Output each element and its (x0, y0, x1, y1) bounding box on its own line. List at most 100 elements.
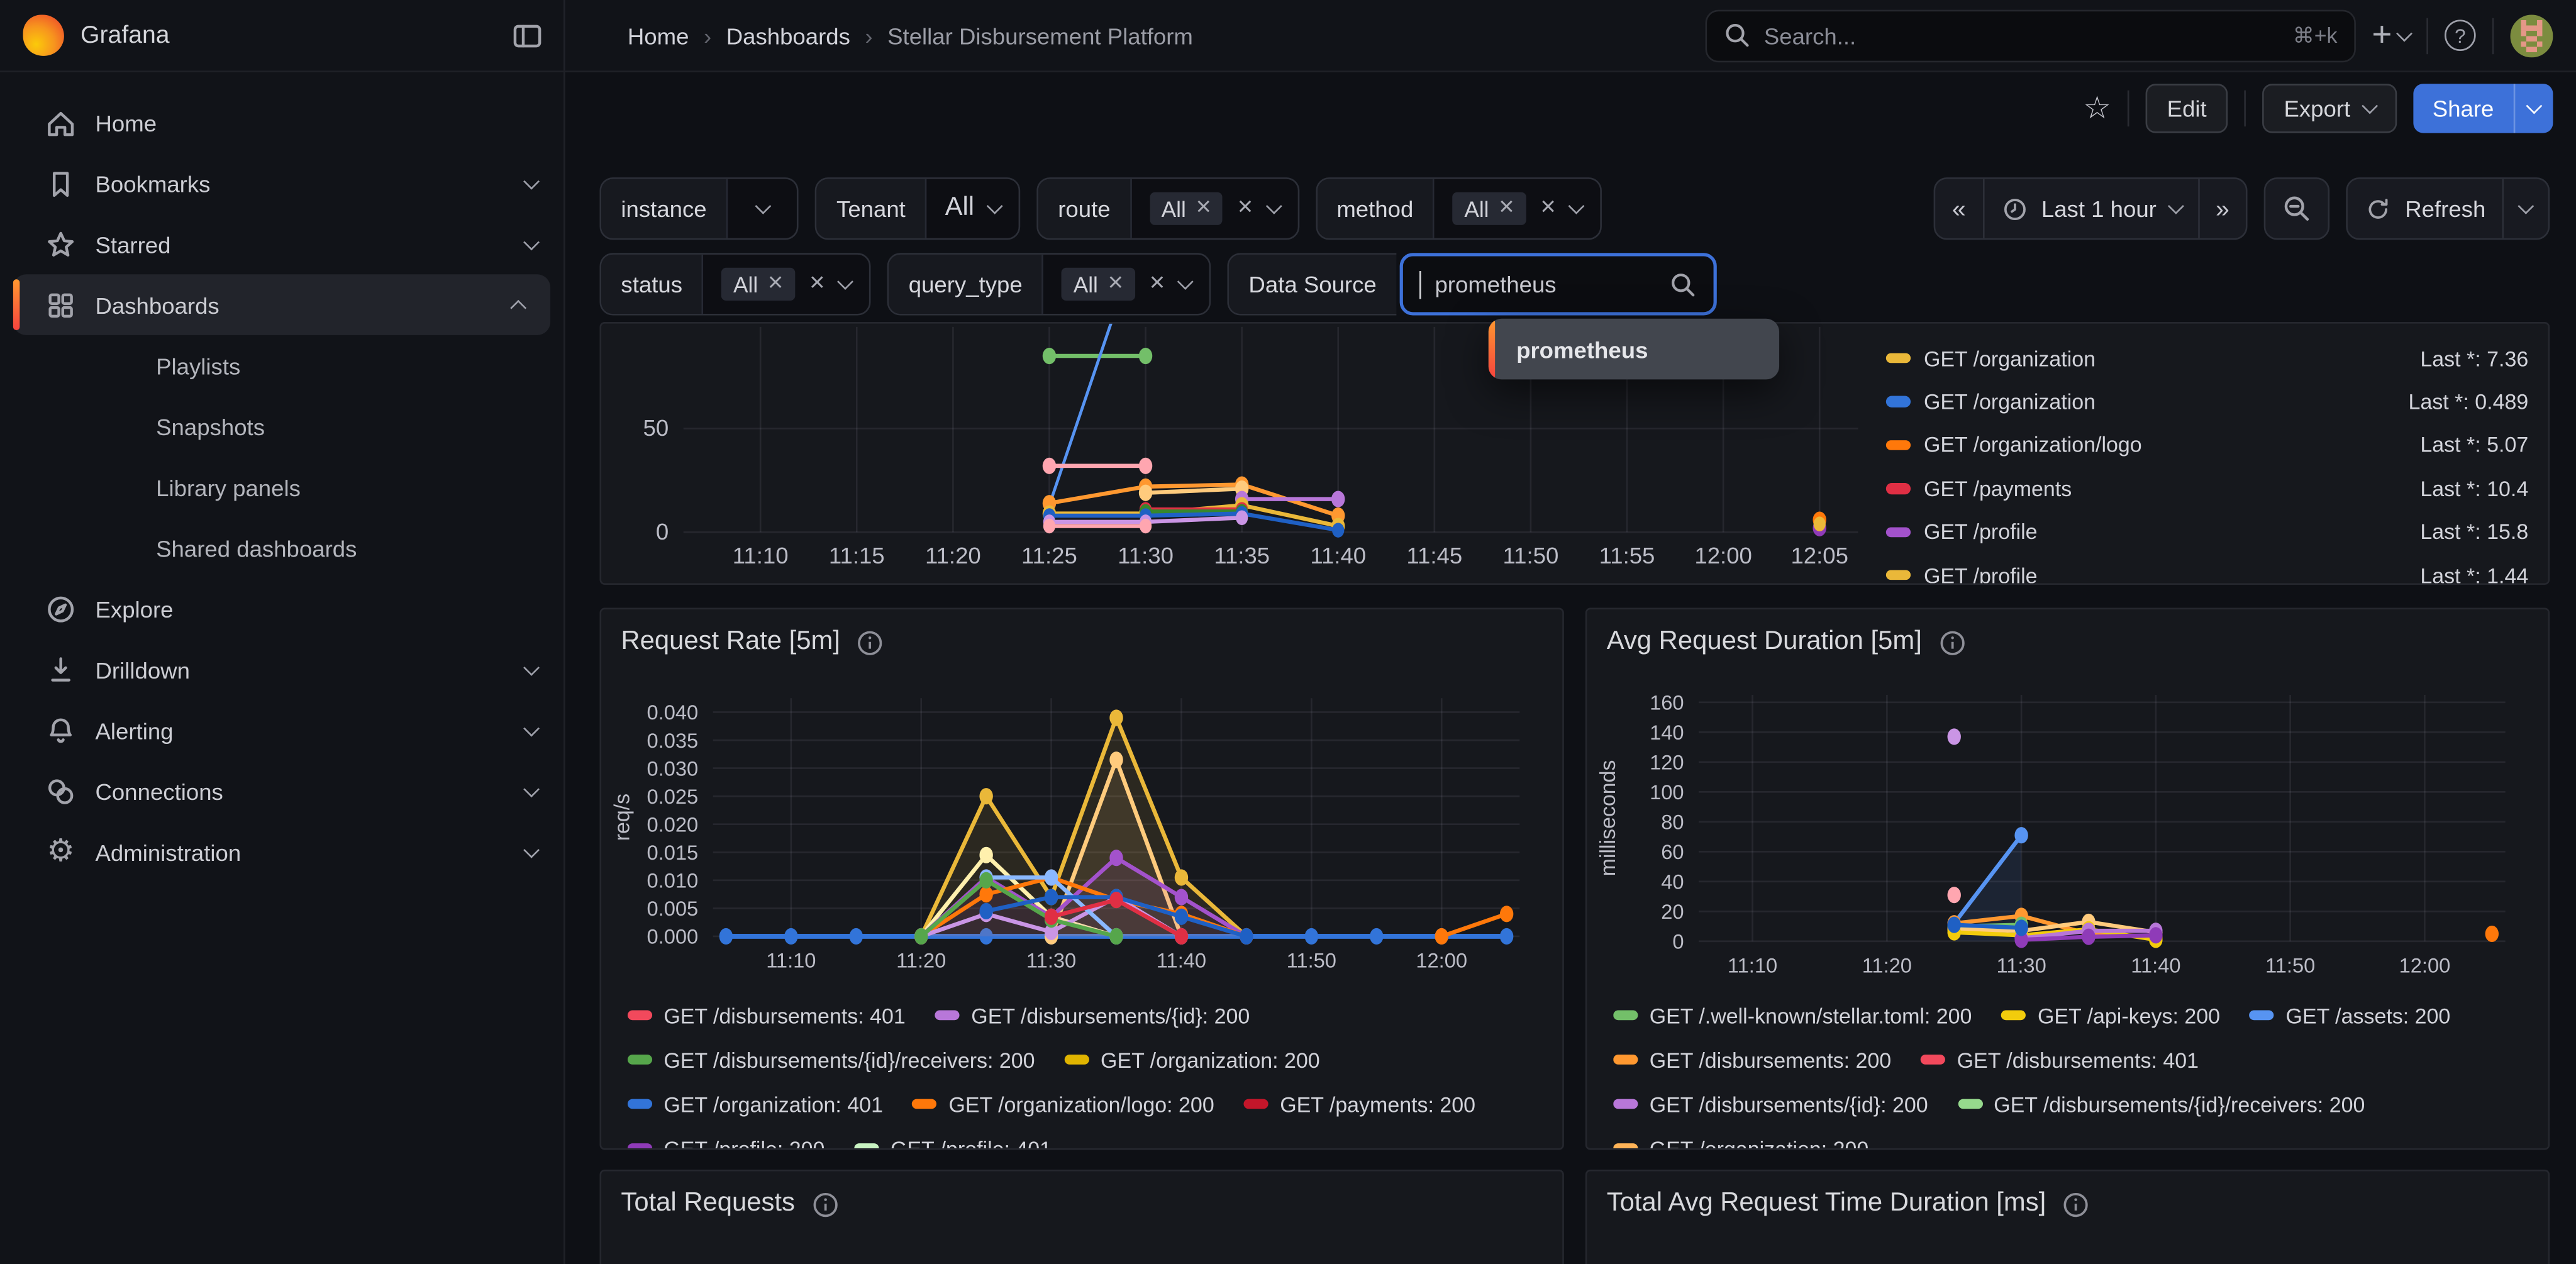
legend-item[interactable]: GET /disbursements: 401 (628, 1004, 906, 1027)
clear-filter-icon[interactable]: × (1238, 196, 1253, 222)
sidebar-item-explore[interactable]: Explore (0, 579, 564, 640)
breadcrumb-current: Stellar Disbursement Platform (887, 22, 1193, 48)
refresh-interval-dropdown[interactable] (2502, 179, 2548, 238)
filter-query-type[interactable]: query_type All× × (887, 253, 1211, 315)
legend-item[interactable]: GET /organization: 401 (628, 1092, 883, 1116)
legend-item[interactable]: GET /disbursements/{id}: 200 (935, 1004, 1250, 1027)
user-avatar[interactable] (2511, 14, 2553, 57)
legend-row[interactable]: GET /profileLast *: 15.8 (1886, 510, 2528, 553)
filter-route[interactable]: route All× × (1036, 177, 1299, 240)
zoom-out-button[interactable] (2265, 179, 2328, 238)
legend-item[interactable]: GET /payments: 200 (1244, 1092, 1475, 1116)
legend-row[interactable]: GET /organization/logoLast *: 5.07 (1886, 423, 2528, 467)
help-button[interactable]: ? (2445, 19, 2476, 51)
sidebar-item-snapshots[interactable]: Snapshots (0, 396, 564, 457)
info-icon[interactable] (857, 628, 884, 656)
remove-chip-icon[interactable]: × (1196, 196, 1211, 222)
sidebar-item-drilldown[interactable]: Drilldown (0, 639, 564, 700)
legend-row[interactable]: GET /paymentsLast *: 10.4 (1886, 467, 2528, 510)
sidebar-item-alerting[interactable]: Alerting (0, 700, 564, 761)
breadcrumb-home[interactable]: Home (628, 22, 689, 48)
sidebar-toggle-button[interactable] (511, 19, 543, 52)
sidebar-item-dashboards[interactable]: Dashboards (13, 274, 550, 335)
legend-item[interactable]: GET /disbursements/{id}/receivers: 200 (1958, 1092, 2365, 1116)
legend-item[interactable]: GET /profile: 401 (854, 1137, 1052, 1150)
datasource-input[interactable]: prometheus (1399, 253, 1716, 315)
filter-value-dropdown[interactable] (728, 179, 797, 238)
avg-duration-legend: GET /.well-known/stellar.toml: 200 GET /a… (1613, 1004, 2534, 1150)
legend-item[interactable]: GET /disbursements/{id}/receivers: 200 (628, 1048, 1035, 1072)
filter-chip[interactable]: All× (722, 268, 795, 301)
dropdown-option-prometheus[interactable]: prometheus (1495, 336, 1648, 362)
favorite-star-button[interactable]: ☆ (2083, 93, 2111, 125)
sidebar-item-shared-dashboards[interactable]: Shared dashboards (0, 518, 564, 579)
svg-text:11:40: 11:40 (1310, 543, 1366, 568)
sidebar-item-home[interactable]: Home (0, 92, 564, 153)
time-shift-forward-button[interactable]: » (2197, 179, 2246, 238)
remove-chip-icon[interactable]: × (768, 271, 783, 297)
filter-value-dropdown[interactable]: All (927, 179, 1019, 238)
filter-method[interactable]: method All× × (1315, 177, 1602, 240)
filter-chip[interactable]: All× (1150, 192, 1223, 225)
filter-status[interactable]: status All× × (599, 253, 870, 315)
clear-filter-icon[interactable]: × (1150, 271, 1165, 297)
legend-item[interactable]: GET /organization: 200 (1613, 1137, 1868, 1150)
info-icon[interactable] (1938, 628, 1966, 656)
legend-item[interactable]: GET /disbursements: 401 (1921, 1048, 2199, 1072)
breadcrumb-dashboards[interactable]: Dashboards (726, 22, 850, 48)
sidebar-item-starred[interactable]: Starred (0, 214, 564, 275)
filter-value-dropdown[interactable]: All× × (1435, 179, 1600, 238)
clear-filter-icon[interactable]: × (809, 271, 824, 297)
svg-text:0.015: 0.015 (647, 841, 699, 864)
filter-instance[interactable]: instance (599, 177, 798, 240)
avg-duration-chart[interactable]: 11:1011:2011:3011:4011:5012:000204060801… (1594, 692, 2530, 995)
series-color-chip (854, 1143, 879, 1150)
legend-row[interactable]: GET /profileLast *: 1.44 (1886, 553, 2528, 585)
legend-item[interactable]: GET /disbursements: 200 (1613, 1048, 1891, 1072)
info-icon[interactable] (811, 1190, 839, 1218)
add-new-button[interactable]: + (2372, 18, 2410, 53)
export-button[interactable]: Export (2263, 84, 2397, 133)
refresh-button[interactable]: Refresh (2348, 179, 2502, 238)
info-icon[interactable] (2062, 1190, 2090, 1218)
legend-item[interactable]: GET /organization/logo: 200 (913, 1092, 1214, 1116)
sidebar-item-playlists[interactable]: Playlists (0, 335, 564, 396)
svg-text:0.030: 0.030 (647, 757, 699, 780)
filter-value-dropdown[interactable]: All× × (1044, 255, 1209, 314)
clock-icon (2001, 195, 2028, 223)
sidebar-item-connections[interactable]: Connections (0, 760, 564, 821)
legend-item[interactable]: GET /.well-known/stellar.toml: 200 (1613, 1004, 1972, 1027)
sidebar-item-administration[interactable]: ⚙ Administration (0, 821, 564, 882)
remove-chip-icon[interactable]: × (1108, 271, 1123, 297)
remove-chip-icon[interactable]: × (1499, 196, 1514, 222)
legend-row[interactable]: GET /organizationLast *: 0.489 (1886, 380, 2528, 423)
time-shift-back-button[interactable]: « (1936, 179, 1982, 238)
chevron-down-icon (523, 172, 540, 189)
svg-text:12:00: 12:00 (1416, 949, 1467, 972)
time-range-picker[interactable]: Last 1 hour (1982, 179, 2197, 238)
clear-filter-icon[interactable]: × (1540, 196, 1555, 222)
grafana-logo-icon (23, 15, 64, 56)
legend-row[interactable]: GET /organizationLast *: 7.36 (1886, 337, 2528, 380)
legend-item[interactable]: GET /assets: 200 (2250, 1004, 2450, 1027)
filter-tenant[interactable]: Tenant All (815, 177, 1020, 240)
search-input[interactable]: Search... ⌘+k (1705, 9, 2355, 62)
legend-item[interactable]: GET /organization: 200 (1065, 1048, 1320, 1072)
filter-value-dropdown[interactable]: All× × (704, 255, 869, 314)
edit-button[interactable]: Edit (2146, 84, 2228, 133)
sidebar-item-bookmarks[interactable]: Bookmarks (0, 153, 564, 214)
legend-item[interactable]: GET /disbursements/{id}: 200 (1613, 1092, 1928, 1116)
sidebar-item-library-panels[interactable]: Library panels (0, 457, 564, 518)
series-color-chip (628, 1010, 652, 1021)
share-dropdown-button[interactable] (2514, 84, 2553, 133)
panel-header: Total Requests (601, 1172, 1562, 1219)
filter-chip[interactable]: All× (1062, 268, 1135, 301)
request-rate-chart[interactable]: 11:1011:2011:3011:4011:5012:000.0000.005… (608, 695, 1545, 990)
series-color-chip (1613, 1010, 1638, 1021)
svg-text:11:30: 11:30 (1026, 949, 1076, 972)
legend-item[interactable]: GET /api-keys: 200 (2001, 1004, 2220, 1027)
filter-chip[interactable]: All× (1453, 192, 1526, 225)
share-button[interactable]: Share (2412, 84, 2553, 133)
filter-value-dropdown[interactable]: All× × (1132, 179, 1297, 238)
legend-item[interactable]: GET /profile: 200 (628, 1137, 825, 1150)
